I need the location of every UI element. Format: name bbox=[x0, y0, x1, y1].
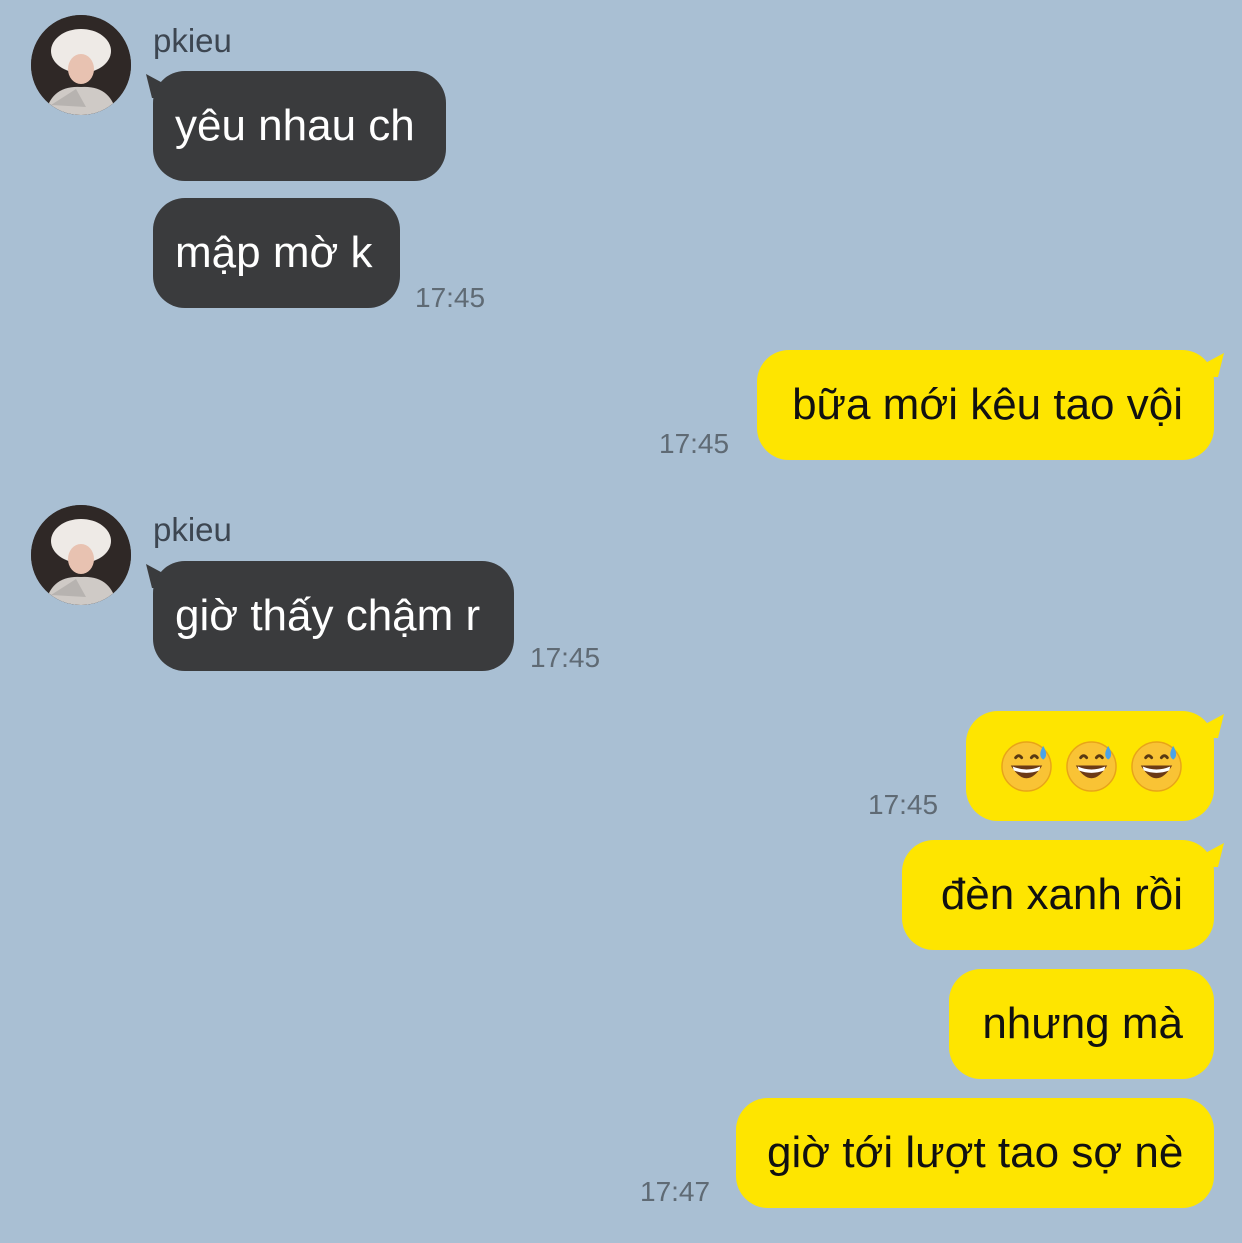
bubble-tail bbox=[1204, 353, 1224, 377]
message-bubble[interactable]: giờ thấy chậm r bbox=[153, 561, 514, 671]
bubble-tail bbox=[1204, 714, 1224, 738]
contact-avatar[interactable] bbox=[31, 15, 131, 115]
grinning-sweat-emoji bbox=[1065, 740, 1118, 793]
message-bubble[interactable]: đèn xanh rồi bbox=[902, 840, 1214, 950]
avatar-photo bbox=[31, 15, 131, 115]
message-timestamp: 17:47 bbox=[640, 1176, 711, 1207]
message-bubble[interactable]: mập mờ k bbox=[153, 198, 400, 308]
message-bubble[interactable]: giờ tới lượt tao sợ nè bbox=[736, 1098, 1214, 1208]
message-text: nhưng mà bbox=[982, 999, 1183, 1048]
message-bubble[interactable]: bữa mới kêu tao vội bbox=[757, 350, 1214, 460]
message-text: yêu nhau ch bbox=[175, 101, 415, 150]
message-timestamp: 17:45 bbox=[530, 642, 601, 673]
message-text: mập mờ k bbox=[175, 228, 373, 277]
contact-avatar[interactable] bbox=[31, 505, 131, 605]
message-timestamp: 17:45 bbox=[659, 428, 730, 459]
message-text: bữa mới kêu tao vội bbox=[792, 380, 1183, 429]
emoji-row bbox=[1000, 711, 1183, 821]
message-bubble[interactable]: nhưng mà bbox=[949, 969, 1214, 1079]
grinning-sweat-emoji bbox=[1000, 740, 1053, 793]
bubble-tail bbox=[1204, 843, 1224, 867]
grinning-sweat-emoji bbox=[1130, 740, 1183, 793]
message-text: giờ thấy chậm r bbox=[175, 591, 481, 640]
message-text: đèn xanh rồi bbox=[940, 870, 1183, 919]
chat-transcript: pkieu yêu nhau ch mập mờ k 17:45 bữa mới… bbox=[0, 0, 1242, 1243]
message-timestamp: 17:45 bbox=[415, 282, 486, 313]
message-bubble[interactable] bbox=[966, 711, 1214, 821]
message-bubble[interactable]: yêu nhau ch bbox=[153, 71, 446, 181]
avatar-photo bbox=[31, 505, 131, 605]
sender-name: pkieu bbox=[153, 511, 232, 548]
message-text: giờ tới lượt tao sợ nè bbox=[767, 1128, 1184, 1177]
sender-name: pkieu bbox=[153, 22, 232, 59]
message-timestamp: 17:45 bbox=[868, 789, 939, 820]
